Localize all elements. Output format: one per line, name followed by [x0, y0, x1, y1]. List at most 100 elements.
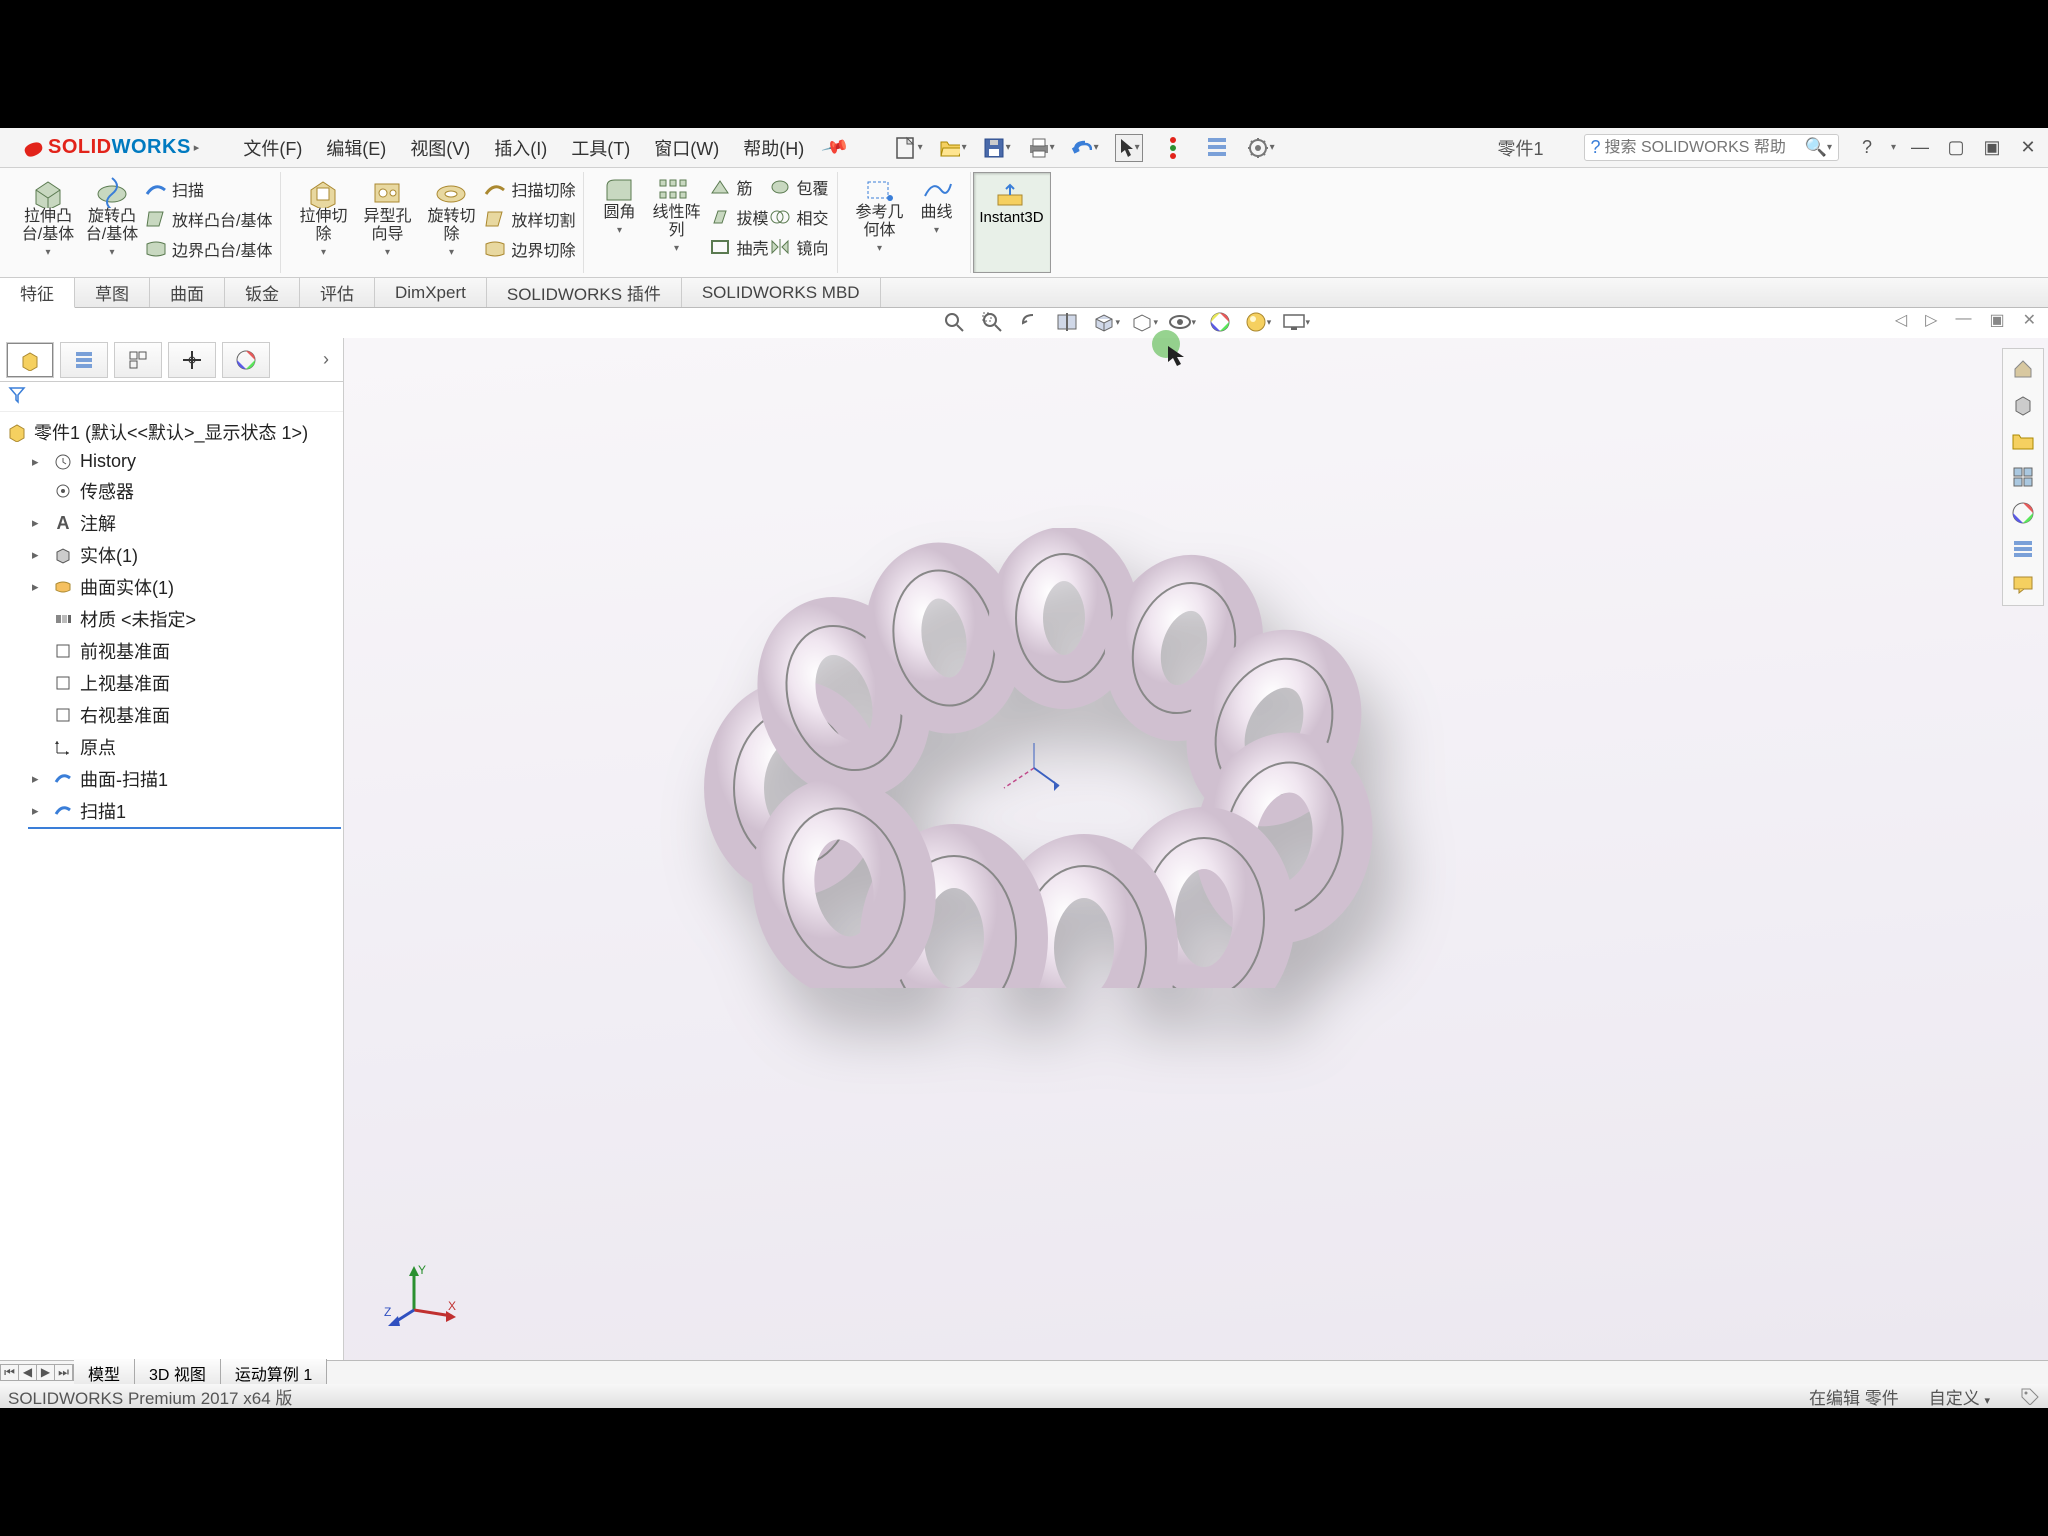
tree-top-plane[interactable]: 上视基准面: [28, 667, 341, 699]
bottom-tab-model[interactable]: 模型: [74, 1359, 135, 1387]
doc-restore-icon[interactable]: ▣: [1989, 310, 2004, 330]
search-input[interactable]: [1605, 139, 1805, 157]
menu-view[interactable]: 视图(V): [410, 135, 470, 161]
tree-history[interactable]: ▸History: [28, 448, 341, 475]
taskpane-custom-properties-icon[interactable]: [2007, 533, 2039, 565]
select-icon[interactable]: ▾: [1115, 134, 1143, 162]
loft-cut-button[interactable]: 放样切割: [483, 207, 575, 231]
search-box[interactable]: ? 🔍▾: [1584, 134, 1839, 161]
reference-geometry-button[interactable]: 参考几何体▾: [848, 172, 912, 262]
options-icon[interactable]: [1203, 134, 1231, 162]
sweep-button[interactable]: 扫描: [144, 177, 272, 201]
taskpane-design-library-icon[interactable]: [2007, 389, 2039, 421]
mirror-button[interactable]: 镜向: [768, 235, 828, 259]
settings-icon[interactable]: ▾: [1247, 134, 1275, 162]
undo-icon[interactable]: ▾: [1071, 134, 1099, 162]
zoom-fit-icon[interactable]: [940, 308, 968, 336]
menu-file[interactable]: 文件(F): [243, 135, 302, 161]
tree-sweep1[interactable]: ▸扫描1: [28, 795, 341, 829]
menu-edit[interactable]: 编辑(E): [326, 135, 386, 161]
taskpane-appearances-icon[interactable]: [2007, 497, 2039, 529]
extrude-boss-button[interactable]: 拉伸凸台/基体▾: [16, 172, 80, 266]
tree-annotations[interactable]: ▸A注解: [28, 507, 341, 539]
menu-insert[interactable]: 插入(I): [494, 135, 547, 161]
loft-button[interactable]: 放样凸台/基体: [144, 207, 272, 231]
graphics-viewport[interactable]: Y X Z: [344, 338, 2048, 1360]
revolve-boss-button[interactable]: 旋转凸台/基体▾: [80, 172, 144, 266]
section-view-icon[interactable]: [1054, 308, 1082, 336]
doc-minimize-icon[interactable]: —: [1955, 310, 1971, 330]
menu-window[interactable]: 窗口(W): [654, 135, 719, 161]
tab-addins[interactable]: SOLIDWORKS 插件: [487, 278, 682, 307]
extrude-cut-button[interactable]: 拉伸切除▾: [291, 172, 355, 266]
tree-surface-bodies[interactable]: ▸曲面实体(1): [28, 571, 341, 603]
tree-front-plane[interactable]: 前视基准面: [28, 635, 341, 667]
linear-pattern-button[interactable]: 线性阵列▾: [644, 172, 708, 262]
fm-tab-config[interactable]: [114, 342, 162, 378]
maximize-button[interactable]: ▣: [1980, 136, 2004, 160]
zoom-area-icon[interactable]: [978, 308, 1006, 336]
fm-tab-dimxpert[interactable]: [168, 342, 216, 378]
tab-evaluate[interactable]: 评估: [300, 278, 375, 307]
new-file-icon[interactable]: ▾: [895, 134, 923, 162]
tree-material[interactable]: 材质 <未指定>: [28, 603, 341, 635]
save-icon[interactable]: ▾: [983, 134, 1011, 162]
tab-features[interactable]: 特征: [0, 278, 75, 308]
status-tag-icon[interactable]: [2020, 1387, 2040, 1405]
tab-nav-buttons[interactable]: ⏮◀▶⏭: [0, 1364, 74, 1381]
tree-solid-bodies[interactable]: ▸实体(1): [28, 539, 341, 571]
taskpane-forum-icon[interactable]: [2007, 569, 2039, 601]
status-custom[interactable]: 自定义 ▾: [1929, 1384, 1990, 1409]
fillet-button[interactable]: 圆角▾: [594, 172, 644, 262]
minimize-button[interactable]: —: [1908, 136, 1932, 160]
search-icon[interactable]: 🔍: [1805, 137, 1827, 158]
tab-sketch[interactable]: 草图: [75, 278, 150, 307]
tab-sheet-metal[interactable]: 钣金: [225, 278, 300, 307]
close-button[interactable]: ✕: [2016, 136, 2040, 160]
view-settings-icon[interactable]: ▾: [1282, 308, 1310, 336]
restore-button[interactable]: ▢: [1944, 136, 1968, 160]
tab-surface[interactable]: 曲面: [150, 278, 225, 307]
tree-right-plane[interactable]: 右视基准面: [28, 699, 341, 731]
apply-scene-icon[interactable]: ▾: [1244, 308, 1272, 336]
previous-view-icon[interactable]: [1016, 308, 1044, 336]
tree-root[interactable]: 零件1 (默认<<默认>_显示状态 1>): [2, 416, 341, 448]
boundary-cut-button[interactable]: 边界切除: [483, 237, 575, 261]
fm-tab-display[interactable]: [222, 342, 270, 378]
rib-button[interactable]: 筋: [708, 175, 768, 199]
tab-dimxpert[interactable]: DimXpert: [375, 278, 487, 307]
doc-close-icon[interactable]: ✕: [2023, 310, 2036, 330]
curves-button[interactable]: 曲线▾: [912, 172, 962, 262]
bottom-tab-3dview[interactable]: 3D 视图: [135, 1359, 221, 1387]
help-button[interactable]: ?: [1855, 136, 1879, 160]
draft-button[interactable]: 拔模: [708, 205, 768, 229]
tab-mbd[interactable]: SOLIDWORKS MBD: [682, 278, 881, 307]
taskpane-home-icon[interactable]: [2007, 353, 2039, 385]
sweep-cut-button[interactable]: 扫描切除: [483, 177, 575, 201]
view-orientation-icon[interactable]: ▾: [1092, 308, 1120, 336]
doc-prev-icon[interactable]: ◁: [1895, 310, 1907, 330]
shell-button[interactable]: 抽壳: [708, 235, 768, 259]
menu-help[interactable]: 帮助(H): [743, 135, 804, 161]
menu-tools[interactable]: 工具(T): [571, 135, 630, 161]
edit-appearance-icon[interactable]: [1206, 308, 1234, 336]
tree-origin[interactable]: 原点: [28, 731, 341, 763]
hole-wizard-button[interactable]: 异型孔向导▾: [355, 172, 419, 266]
revolve-cut-button[interactable]: 旋转切除▾: [419, 172, 483, 266]
fm-tab-property[interactable]: [60, 342, 108, 378]
intersect-button[interactable]: 相交: [768, 205, 828, 229]
orientation-triad[interactable]: Y X Z: [384, 1260, 464, 1330]
pin-icon[interactable]: 📌: [821, 133, 851, 162]
bottom-tab-motion-study[interactable]: 运动算例 1: [221, 1359, 327, 1387]
fm-expand-icon[interactable]: ›: [315, 349, 337, 370]
taskpane-view-palette-icon[interactable]: [2007, 461, 2039, 493]
doc-next-icon[interactable]: ▷: [1925, 310, 1937, 330]
instant3d-button[interactable]: Instant3D: [973, 172, 1051, 273]
wrap-button[interactable]: 包覆: [768, 175, 828, 199]
print-icon[interactable]: ▾: [1027, 134, 1055, 162]
boundary-button[interactable]: 边界凸台/基体: [144, 237, 272, 261]
tree-sensors[interactable]: 传感器: [28, 475, 341, 507]
fm-filter-bar[interactable]: [0, 382, 343, 412]
tree-surface-sweep[interactable]: ▸曲面-扫描1: [28, 763, 341, 795]
rebuild-icon[interactable]: [1159, 134, 1187, 162]
